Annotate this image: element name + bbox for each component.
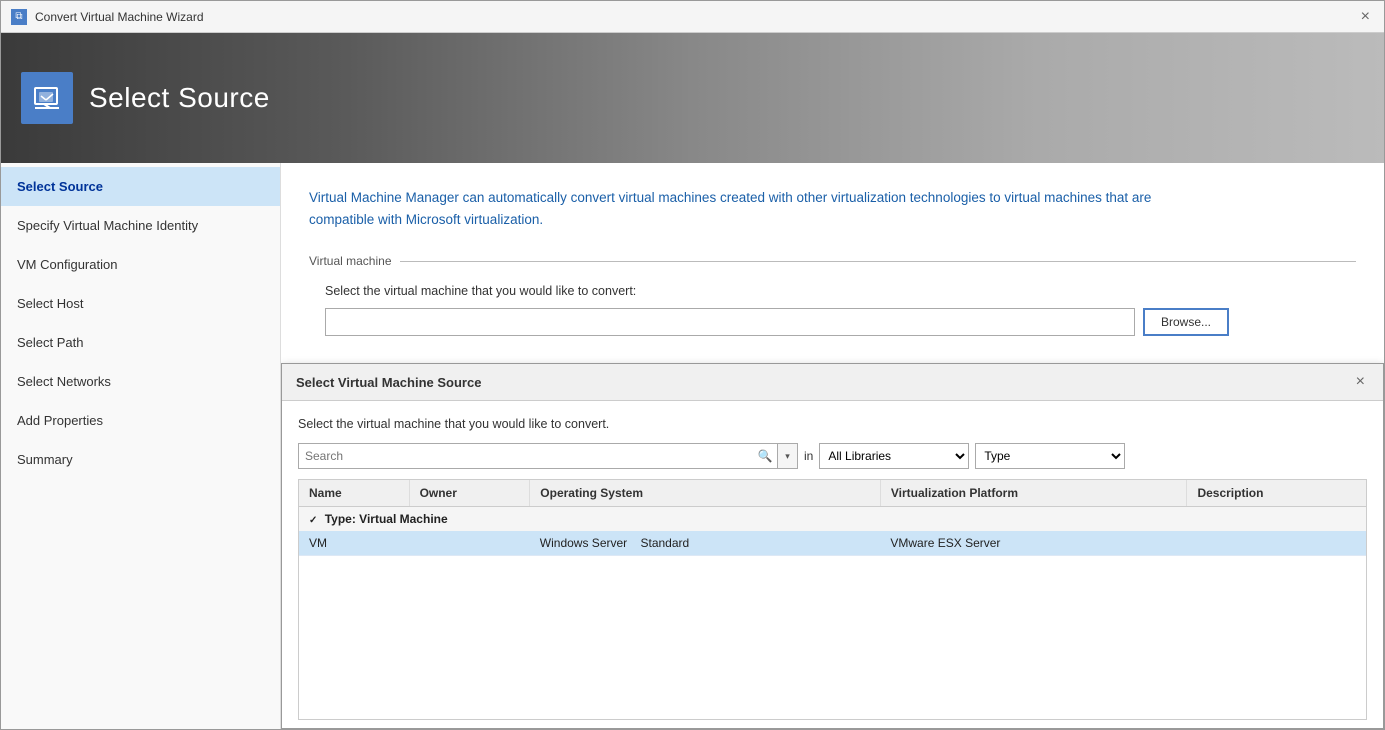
col-virt-platform: Virtualization Platform — [880, 480, 1187, 507]
results-table-wrapper: Name Owner Operating System — [298, 479, 1367, 720]
table-header-row: Name Owner Operating System — [299, 480, 1366, 507]
section-line — [400, 261, 1357, 262]
search-input[interactable] — [299, 444, 753, 468]
sidebar-item-summary[interactable]: Summary — [1, 440, 280, 479]
window-icon: ⧉ — [11, 9, 27, 25]
sub-dialog-description: Select the virtual machine that you woul… — [298, 417, 1367, 431]
input-row: Browse... — [309, 308, 1356, 336]
search-dropdown-button[interactable]: ▾ — [777, 444, 797, 468]
filter-row: 🔍 ▾ in All Libraries Type — [298, 443, 1367, 469]
col-name: Name — [299, 480, 409, 507]
col-owner: Owner — [409, 480, 530, 507]
header-icon — [21, 72, 73, 124]
in-label: in — [804, 449, 813, 463]
sub-dialog-close-button[interactable]: × — [1352, 374, 1369, 390]
sub-dialog-title: Select Virtual Machine Source — [296, 375, 481, 390]
main-window: ⧉ Convert Virtual Machine Wizard × Selec… — [0, 0, 1385, 730]
group-label: ✓ Type: Virtual Machine — [299, 507, 1366, 532]
main-content: Select Source Specify Virtual Machine Id… — [1, 163, 1384, 729]
cell-virt-platform: VMware ESX Server — [880, 531, 1187, 556]
sub-dialog-titlebar: Select Virtual Machine Source × — [282, 364, 1383, 401]
table-row[interactable]: VM Windows Server Standard VMware ESX Se… — [299, 531, 1366, 556]
group-header-row: ✓ Type: Virtual Machine — [299, 507, 1366, 532]
chevron-down-icon: ▾ — [785, 451, 790, 462]
sidebar: Select Source Specify Virtual Machine Id… — [1, 163, 281, 729]
library-select[interactable]: All Libraries — [819, 443, 969, 469]
cell-os: Windows Server Standard — [530, 531, 881, 556]
vm-path-input[interactable] — [325, 308, 1135, 336]
chevron-right-icon: ✓ — [309, 515, 317, 526]
window-title: Convert Virtual Machine Wizard — [35, 10, 204, 24]
cell-name: VM — [299, 531, 409, 556]
type-select[interactable]: Type — [975, 443, 1125, 469]
content-area: Virtual Machine Manager can automaticall… — [281, 163, 1384, 729]
title-bar-left: ⧉ Convert Virtual Machine Wizard — [11, 9, 204, 25]
sidebar-item-select-networks[interactable]: Select Networks — [1, 362, 280, 401]
results-table: Name Owner Operating System — [299, 480, 1366, 556]
col-description: Description — [1187, 480, 1366, 507]
search-icon: 🔍 — [758, 449, 773, 463]
cell-owner — [409, 531, 530, 556]
sidebar-item-add-properties[interactable]: Add Properties — [1, 401, 280, 440]
search-box: 🔍 ▾ — [298, 443, 798, 469]
intro-text: Virtual Machine Manager can automaticall… — [309, 187, 1209, 230]
sub-dialog: Select Virtual Machine Source × Select t… — [281, 363, 1384, 729]
sidebar-item-select-path[interactable]: Select Path — [1, 323, 280, 362]
cell-description — [1187, 531, 1366, 556]
title-bar: ⧉ Convert Virtual Machine Wizard × — [1, 1, 1384, 33]
section-divider: Virtual machine — [309, 254, 1356, 268]
window-close-button[interactable]: × — [1357, 9, 1374, 25]
col-os: Operating System — [530, 480, 881, 507]
sidebar-item-select-source[interactable]: Select Source — [1, 167, 280, 206]
section-label: Virtual machine — [309, 254, 392, 268]
header-banner: Select Source — [1, 33, 1384, 163]
sidebar-item-specify-vm-identity[interactable]: Specify Virtual Machine Identity — [1, 206, 280, 245]
header-title: Select Source — [89, 82, 270, 114]
sub-dialog-body: Select the virtual machine that you woul… — [282, 401, 1383, 728]
sidebar-item-select-host[interactable]: Select Host — [1, 284, 280, 323]
sub-text: Select the virtual machine that you woul… — [309, 284, 1356, 298]
browse-button[interactable]: Browse... — [1143, 308, 1229, 336]
sidebar-item-vm-configuration[interactable]: VM Configuration — [1, 245, 280, 284]
search-icon-button[interactable]: 🔍 — [753, 444, 777, 468]
